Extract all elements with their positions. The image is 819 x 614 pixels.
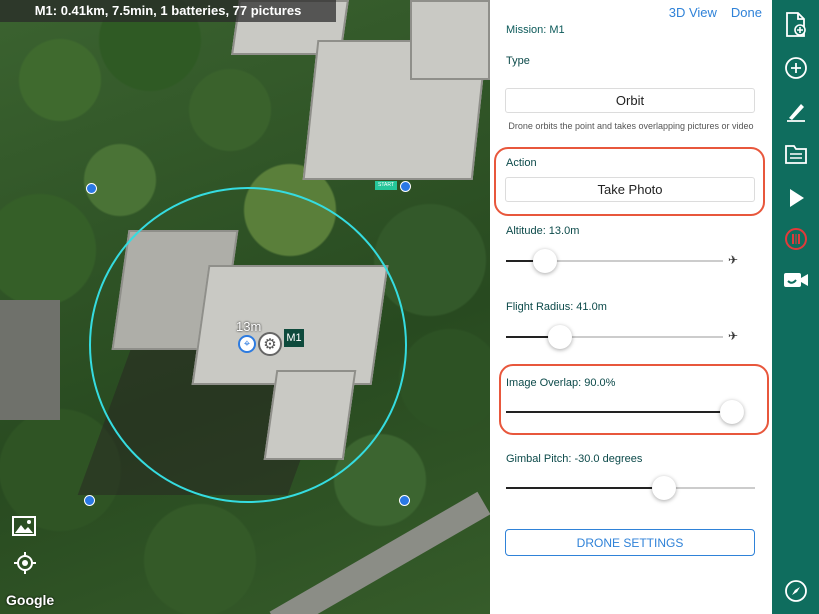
type-select[interactable]: Orbit [505, 88, 755, 113]
slider-fill [506, 487, 664, 489]
map-road [0, 300, 60, 420]
gear-icon[interactable]: ⚙ [258, 332, 282, 356]
waypoint-pin[interactable] [86, 183, 97, 194]
altitude-label: Altitude: 13.0m [506, 225, 580, 237]
orbit-center-icon[interactable]: ⌖ [238, 335, 256, 353]
drone-icon: ✈ [728, 329, 739, 343]
slider-thumb[interactable] [548, 325, 572, 349]
drone-icon: ✈ [728, 253, 739, 267]
play-icon[interactable] [772, 183, 819, 213]
new-file-icon[interactable] [772, 10, 819, 40]
waypoint-pin[interactable] [84, 495, 95, 506]
folder-icon[interactable] [772, 139, 819, 169]
action-select[interactable]: Take Photo [505, 177, 755, 202]
mission-marker-badge[interactable]: M1 [284, 329, 304, 347]
start-marker: START [375, 181, 397, 190]
slider-thumb[interactable] [533, 249, 557, 273]
waypoint-pin[interactable] [400, 181, 411, 192]
mission-settings-panel: 3D View Done Mission: M1 Type Orbit Drone… [490, 0, 772, 614]
slider-thumb[interactable] [652, 476, 676, 500]
right-toolbar [772, 0, 819, 614]
slider-fill [506, 411, 732, 413]
image-overlap-label: Image Overlap: 90.0% [506, 377, 616, 389]
add-icon[interactable] [772, 53, 819, 83]
panel-top-links: 3D View Done [655, 5, 762, 20]
flight-radius-label: Flight Radius: 41.0m [506, 301, 607, 313]
done-link[interactable]: Done [731, 5, 762, 20]
3d-view-link[interactable]: 3D View [669, 5, 717, 20]
mission-title: Mission: M1 [506, 24, 565, 36]
gimbal-pitch-slider[interactable] [506, 476, 755, 500]
type-hint: Drone orbits the point and takes overlap… [508, 121, 754, 131]
action-label: Action [506, 157, 537, 169]
orbit-altitude-label: 13m [236, 319, 262, 334]
map-road [269, 491, 490, 614]
waypoint-pin[interactable] [399, 495, 410, 506]
gimbal-pitch-label: Gimbal Pitch: -30.0 degrees [506, 453, 643, 465]
map-view[interactable]: START 13m ⌖ ⚙ M1 M1: 0.41km, 7.5min, 1 b… [0, 0, 490, 614]
image-icon[interactable] [11, 515, 37, 537]
draw-icon[interactable] [772, 96, 819, 126]
stop-icon[interactable] [772, 224, 819, 254]
altitude-slider[interactable] [506, 249, 723, 273]
type-label: Type [506, 55, 530, 67]
map-building [410, 0, 490, 80]
video-icon[interactable] [772, 265, 819, 295]
google-attribution: Google [6, 592, 55, 608]
compass-icon[interactable] [772, 576, 819, 606]
flight-radius-slider[interactable] [506, 325, 723, 349]
locate-icon[interactable] [12, 550, 38, 576]
image-overlap-slider[interactable] [506, 400, 744, 424]
mission-summary-bar: M1: 0.41km, 7.5min, 1 batteries, 77 pict… [0, 0, 336, 22]
slider-thumb[interactable] [720, 400, 744, 424]
drone-settings-button[interactable]: DRONE SETTINGS [505, 529, 755, 556]
